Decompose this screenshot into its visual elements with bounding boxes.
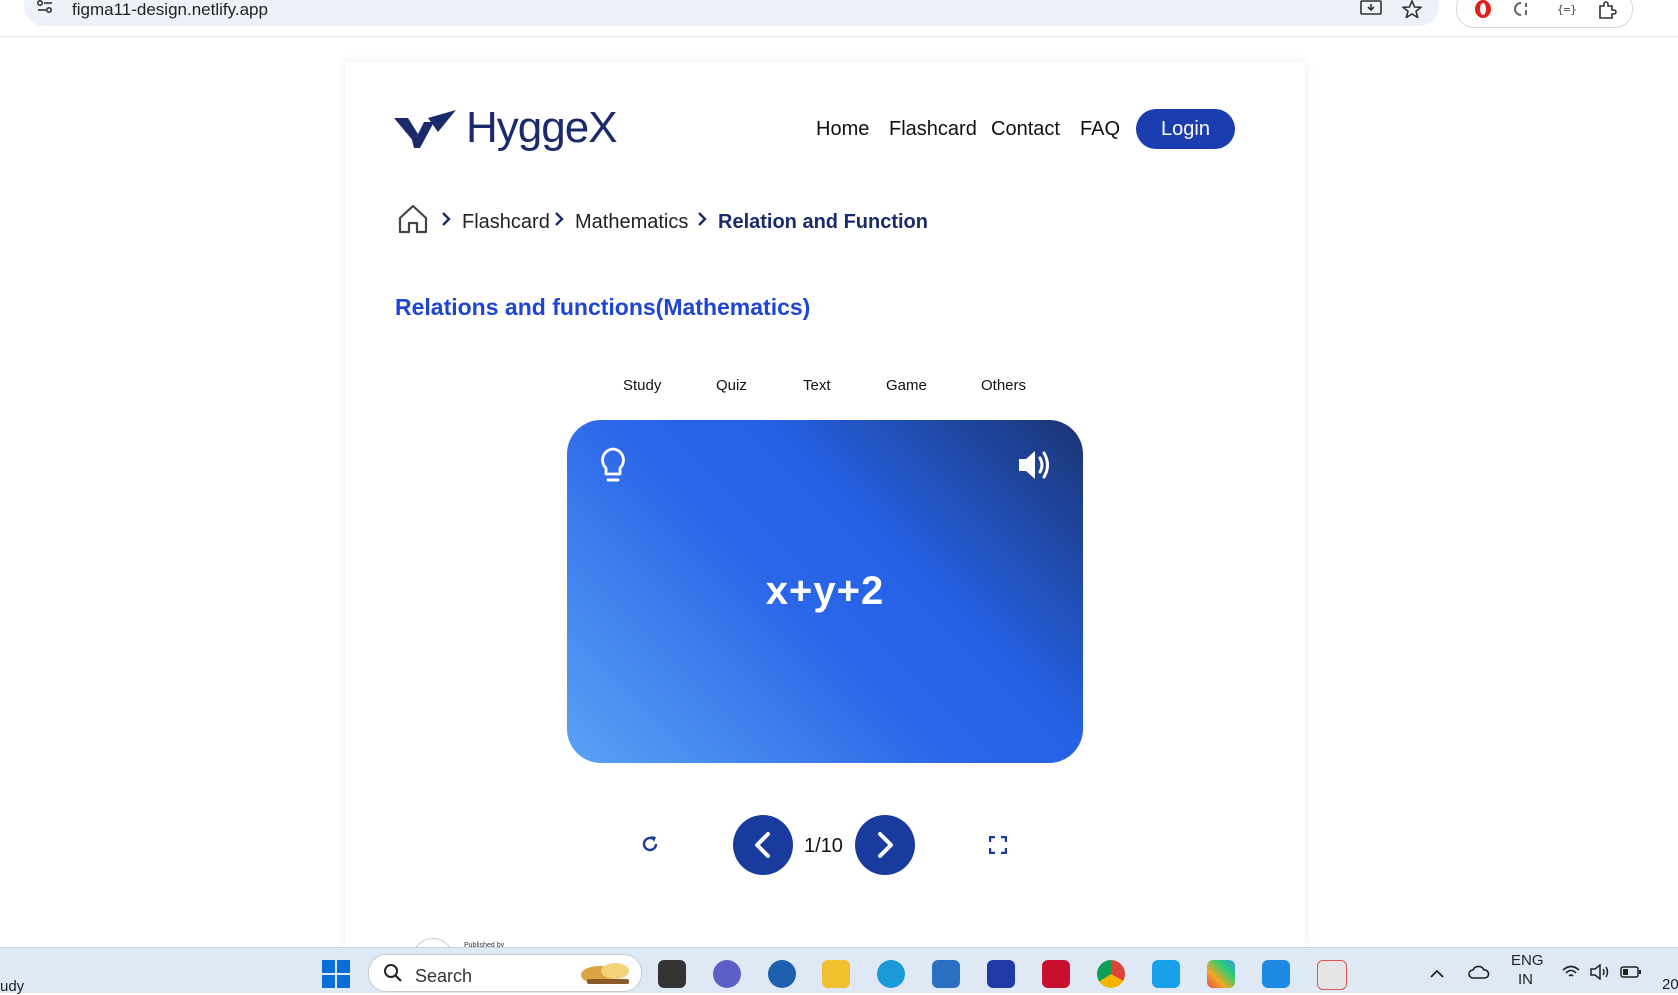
tab-text[interactable]: Text: [803, 377, 831, 394]
extension-ci-icon[interactable]: [1513, 1, 1531, 21]
flashcard-content: x+y+2: [765, 569, 885, 613]
app-circle-icon[interactable]: [1152, 960, 1180, 988]
bookmark-star-icon[interactable]: [1400, 0, 1424, 23]
page-title: Relations and functions(Mathematics): [395, 294, 811, 320]
wifi-icon[interactable]: [1562, 965, 1580, 979]
breadcrumb-mathematics[interactable]: Mathematics: [575, 211, 688, 234]
tab-game[interactable]: Game: [886, 377, 927, 394]
chevron-left-icon: [755, 832, 770, 858]
breadcrumb-chevron-icon: [442, 212, 451, 226]
search-icon: [384, 964, 402, 982]
breadcrumb-current: Relation and Function: [718, 211, 928, 233]
windows-start-icon[interactable]: [322, 960, 350, 988]
app-l-icon[interactable]: [987, 960, 1015, 988]
breadcrumb-flashcard[interactable]: Flashcard: [462, 211, 550, 234]
onedrive-cloud-icon[interactable]: [1468, 965, 1490, 979]
edge-browser-icon[interactable]: [877, 960, 905, 988]
search-placeholder: Search: [415, 966, 473, 986]
microsoft-store-icon[interactable]: [932, 960, 960, 988]
chevron-right-icon: [878, 832, 893, 858]
refresh-icon[interactable]: [640, 834, 660, 854]
search-highlight-icon: [581, 963, 629, 984]
browser-toolbar: figma11-design.netlify.app {=}: [0, 0, 1678, 37]
brand-name[interactable]: HyggeX: [466, 103, 618, 153]
vscode-icon[interactable]: [1262, 960, 1290, 988]
tab-quiz[interactable]: Quiz: [716, 377, 747, 394]
clock-text[interactable]: 20: [1662, 976, 1678, 993]
url-text[interactable]: figma11-design.netlify.app: [72, 0, 268, 20]
tab-study[interactable]: Study: [623, 377, 661, 394]
breadcrumb-chevron-icon: [698, 212, 707, 226]
taskbar-search-input[interactable]: Search: [368, 954, 642, 992]
chrome-browser-icon[interactable]: [1097, 960, 1125, 988]
svg-text:{=}: {=}: [1557, 3, 1577, 16]
next-card-button[interactable]: [855, 815, 915, 875]
breadcrumb-chevron-icon: [555, 212, 564, 226]
nav-contact[interactable]: Contact: [991, 118, 1060, 141]
previous-card-button[interactable]: [733, 815, 793, 875]
nav-home[interactable]: Home: [816, 118, 869, 141]
windows-taskbar: udy Search ENG IN 20: [0, 947, 1678, 995]
home-icon[interactable]: [397, 203, 429, 235]
file-explorer-icon[interactable]: [822, 960, 850, 988]
puzzle-extensions-icon[interactable]: [1597, 1, 1617, 23]
language-region[interactable]: IN: [1518, 971, 1533, 988]
hyggex-logo-icon[interactable]: [394, 104, 458, 154]
teams-chat-icon[interactable]: [713, 960, 741, 988]
volume-icon[interactable]: [1590, 964, 1610, 980]
json-extension-icon[interactable]: {=}: [1557, 1, 1577, 21]
battery-icon[interactable]: [1620, 966, 1642, 978]
opera-extension-icon[interactable]: [1473, 0, 1493, 23]
card-counter: 1/10: [804, 835, 843, 857]
snipping-tool-icon[interactable]: [1317, 960, 1347, 990]
taskbar-window-label[interactable]: udy: [0, 978, 24, 995]
login-button[interactable]: Login: [1136, 109, 1235, 149]
site-info-icon[interactable]: [36, 0, 54, 19]
flashcard[interactable]: x+y+2: [567, 420, 1083, 763]
chevron-up-icon[interactable]: [1430, 968, 1444, 978]
app-diamond-icon[interactable]: [1207, 960, 1235, 988]
app-t-icon[interactable]: [768, 960, 796, 988]
tab-others[interactable]: Others: [981, 377, 1026, 394]
task-view-icon[interactable]: [658, 960, 686, 988]
extensions-area: {=}: [1456, 0, 1633, 28]
nav-flashcard[interactable]: Flashcard: [889, 118, 977, 141]
language-indicator[interactable]: ENG: [1511, 952, 1544, 969]
install-app-icon[interactable]: [1360, 0, 1382, 23]
nav-faq[interactable]: FAQ: [1080, 118, 1120, 141]
mcafee-icon[interactable]: [1042, 960, 1070, 988]
fullscreen-icon[interactable]: [989, 836, 1007, 854]
